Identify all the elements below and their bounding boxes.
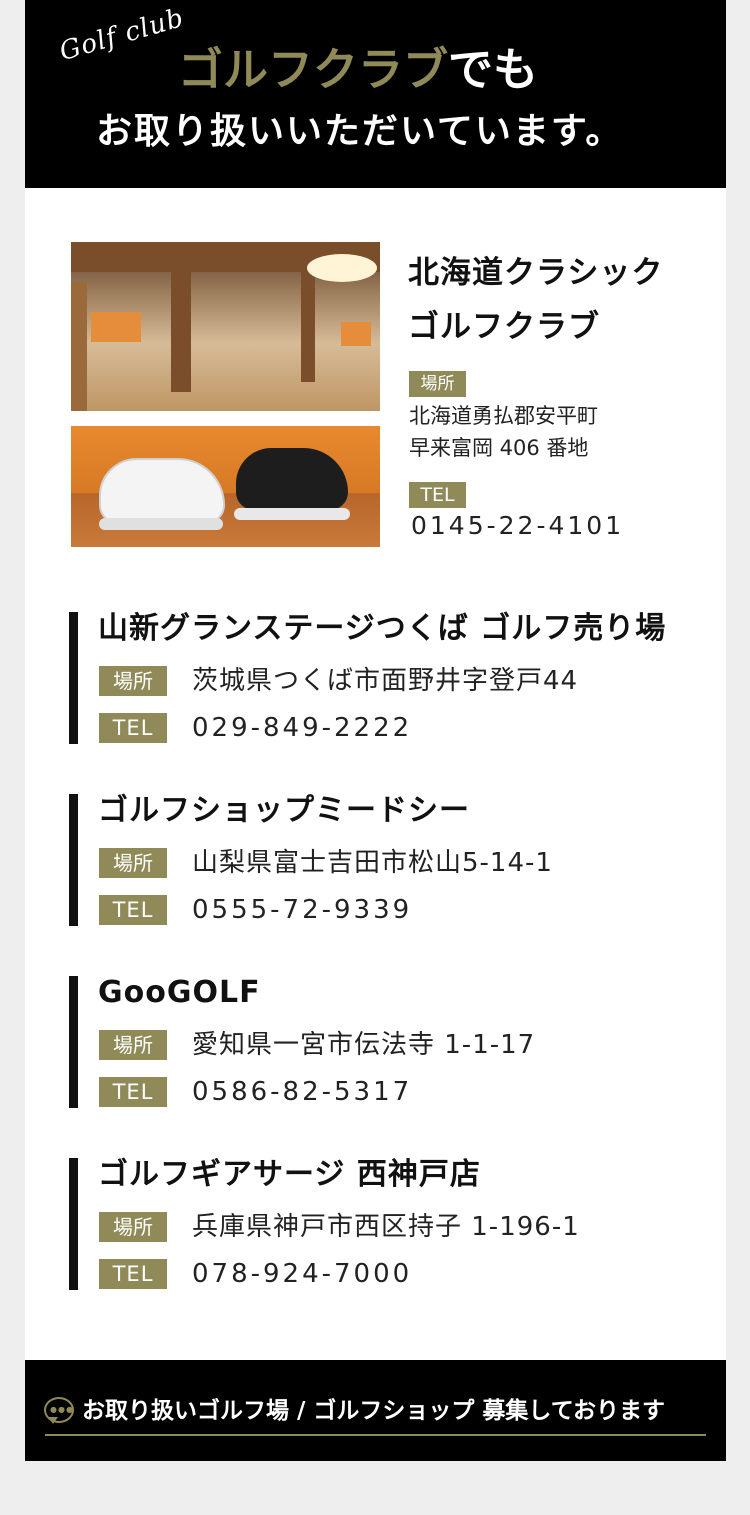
store-address: 兵庫県神戸市西区持子 1-196-1 — [192, 1212, 580, 1242]
store-tel: 0555-72-9339 — [192, 895, 413, 925]
store-entry: ゴルフギアサージ 西神戸店 場所 兵庫県神戸市西区持子 1-196-1 TEL … — [69, 1158, 709, 1290]
tel-badge: TEL — [99, 713, 167, 743]
place-badge: 場所 — [99, 1212, 167, 1242]
featured-club-name-line1: 北海道クラシック — [408, 255, 664, 291]
store-entry: ゴルフショップミードシー 場所 山梨県富士吉田市松山5-14-1 TEL 055… — [69, 794, 709, 926]
store-entry: GooGOLF 場所 愛知県一宮市伝法寺 1-1-17 TEL 0586-82-… — [69, 976, 709, 1108]
header-title-gold: ゴルフクラブ — [178, 43, 449, 96]
store-name: GooGOLF — [98, 975, 261, 1010]
featured-club-name-line2: ゴルフクラブ — [408, 309, 600, 345]
store-address: 茨城県つくば市面野井字登戸44 — [192, 666, 579, 696]
header-title-white: でも — [448, 43, 539, 96]
store-tel: 078-924-7000 — [192, 1259, 413, 1289]
featured-address-line2: 早来富岡 406 番地 — [409, 436, 589, 460]
place-badge: 場所 — [99, 1030, 167, 1060]
featured-place-badge: 場所 — [409, 371, 466, 397]
tel-badge: TEL — [99, 1259, 167, 1289]
featured-address: 北海道勇払郡安平町 早来富岡 406 番地 — [409, 400, 709, 464]
header-title-line1: ゴルフクラブでも — [178, 40, 538, 100]
store-address: 山梨県富士吉田市松山5-14-1 — [192, 848, 553, 878]
header-title-line2: お取り扱いいただいています。 — [96, 111, 624, 152]
chat-bubble-icon: ●●● — [44, 1397, 74, 1424]
store-name: ゴルフギアサージ 西神戸店 — [98, 1157, 481, 1192]
place-badge: 場所 — [99, 848, 167, 878]
tel-badge: TEL — [99, 1077, 167, 1107]
store-address: 愛知県一宮市伝法寺 1-1-17 — [192, 1030, 536, 1060]
featured-tel-badge: TEL — [409, 482, 466, 508]
store-accent-bar — [69, 1158, 78, 1290]
store-entry: 山新グランステージつくば ゴルフ売り場 場所 茨城県つくば市面野井字登戸44 T… — [69, 612, 709, 744]
golf-shoes-photo — [71, 426, 380, 547]
featured-tel: 0145-22-4101 — [411, 511, 625, 540]
store-name: 山新グランステージつくば ゴルフ売り場 — [98, 611, 667, 646]
store-accent-bar — [69, 612, 78, 744]
recruit-banner-underline — [45, 1434, 706, 1436]
clubhouse-shop-photo — [71, 242, 380, 411]
featured-club-name: 北海道クラシック ゴルフクラブ — [408, 246, 708, 354]
featured-address-line1: 北海道勇払郡安平町 — [409, 404, 598, 428]
store-accent-bar — [69, 976, 78, 1108]
store-accent-bar — [69, 794, 78, 926]
tel-badge: TEL — [99, 895, 167, 925]
recruit-banner[interactable]: ●●● お取り扱いゴルフ場 / ゴルフショップ 募集しております — [25, 1360, 726, 1461]
store-tel: 029-849-2222 — [192, 713, 413, 743]
place-badge: 場所 — [99, 666, 167, 696]
store-name: ゴルフショップミードシー — [98, 793, 470, 828]
recruit-banner-text: お取り扱いゴルフ場 / ゴルフショップ 募集しております — [82, 1398, 666, 1424]
store-tel: 0586-82-5317 — [192, 1077, 413, 1107]
